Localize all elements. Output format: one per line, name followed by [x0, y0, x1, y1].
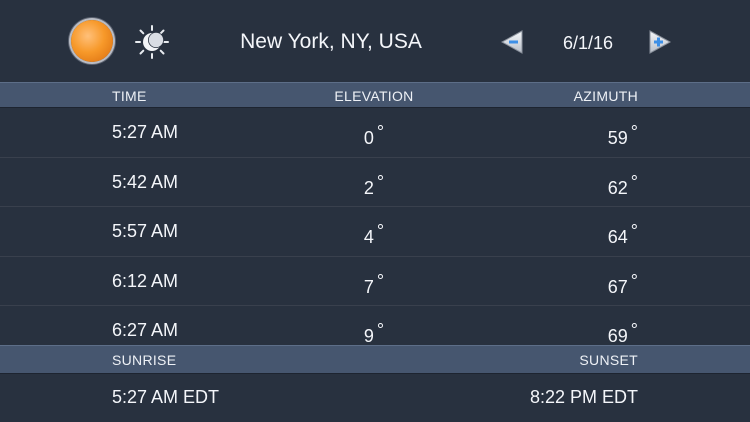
time-cell: 5:42 AM [112, 171, 179, 192]
elevation-cell: 2 ° [363, 171, 385, 198]
azimuth-cell: 59 ° [607, 122, 638, 148]
sun-times-header: SUNRISE SUNSET [0, 345, 750, 374]
table-row: 6:12 AM 7 ° 67 ° [0, 257, 750, 306]
table-header: TIME ELEVATION AZIMUTH [0, 82, 750, 108]
sunrise-value: 5:27 AM EDT [112, 387, 220, 407]
right-arrow-icon[interactable] [646, 28, 674, 56]
column-header-azimuth: AZIMUTH [573, 88, 638, 104]
sunrise-label: SUNRISE [112, 352, 177, 368]
sun-moon-icon[interactable] [133, 24, 171, 60]
elevation-cell: 0 ° [363, 122, 385, 148]
table-row: 5:27 AM 0 ° 59 ° [0, 108, 750, 158]
time-cell: 6:12 AM [112, 270, 179, 291]
sunset-value: 8:22 PM EDT [529, 387, 638, 407]
table-body: 5:27 AM 0 ° 59 ° 5:42 AM 2 ° 62 ° 5:57 AM 4 °… [0, 108, 750, 355]
azimuth-cell: 64 ° [607, 221, 638, 247]
sun-times-values: 5:27 AM EDT 8:22 PM EDT [0, 374, 750, 422]
date-label: 6/1/16 [562, 33, 614, 53]
time-cell: 5:57 AM [112, 221, 179, 241]
elevation-cell: 9 ° [363, 320, 385, 346]
sun-icon[interactable] [71, 20, 113, 62]
left-arrow-icon[interactable] [498, 28, 526, 56]
azimuth-cell: 69 ° [607, 320, 638, 346]
elevation-cell: 7 ° [363, 270, 385, 297]
azimuth-cell: 62 ° [607, 171, 638, 198]
elevation-cell: 4 ° [363, 221, 385, 247]
sunset-label: SUNSET [579, 352, 638, 368]
azimuth-cell: 67 ° [607, 270, 638, 297]
time-cell: 5:27 AM [112, 122, 179, 142]
column-header-elevation: ELEVATION [334, 88, 414, 104]
table-row: 5:57 AM 4 ° 64 ° [0, 207, 750, 257]
table-row: 5:42 AM 2 ° 62 ° [0, 158, 750, 207]
top-bar: New York, NY, USA 6/1/16 [0, 0, 750, 82]
location-title: New York, NY, USA [240, 30, 422, 53]
time-cell: 6:27 AM [112, 320, 179, 340]
column-header-time: TIME [112, 88, 147, 104]
